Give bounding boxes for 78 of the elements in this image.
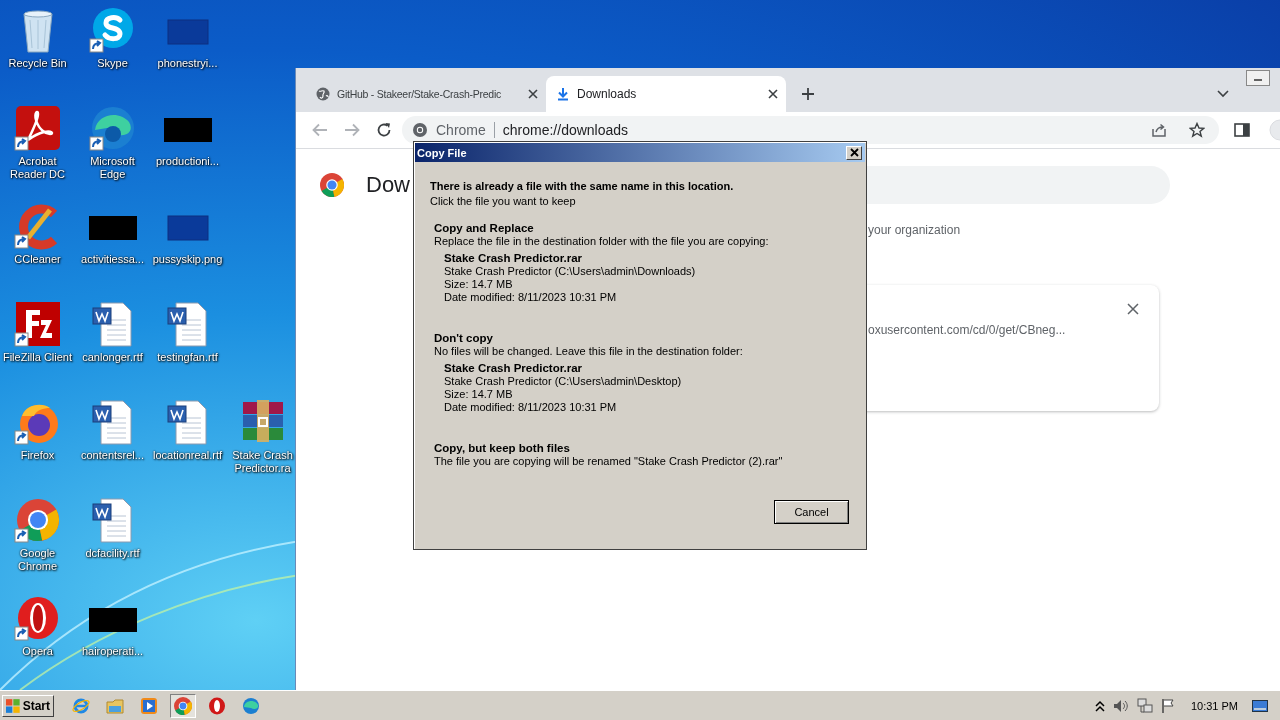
chrome-icon [412,122,428,138]
file-size: Size: 14.7 MB [444,388,514,401]
ie-icon [72,696,90,715]
icon-label[interactable]: testingfan.rtf [151,351,224,364]
file-date: Date modified: 8/11/2023 10:31 PM [444,291,618,304]
chrome-icon[interactable] [13,496,62,544]
file-name: Stake Crash Predictor.rar [444,252,584,265]
option-title[interactable]: Copy, but keep both files [434,441,570,455]
icon-label[interactable]: Firefox [1,449,74,462]
tab-title: Downloads [577,87,638,101]
icon-label[interactable]: Recycle Bin [1,57,74,70]
star-icon[interactable] [1189,122,1205,138]
file-date: Date modified: 8/11/2023 10:31 PM [444,401,618,414]
edge-icon[interactable] [88,104,137,152]
close-icon [849,148,859,157]
icon-label[interactable]: phonestryi... [151,57,224,70]
chevron-down-icon[interactable] [1217,90,1229,98]
url-text: chrome://downloads [502,122,629,138]
option-description: No files will be changed. Leave this file in the destination folder: [434,345,744,358]
site-label: Chrome [436,122,495,138]
icon-label[interactable]: CCleaner [1,253,74,266]
taskbar-app[interactable] [170,693,196,718]
fz-icon[interactable] [13,300,62,348]
close-icon[interactable] [1127,303,1139,315]
dialog-instruction: Click the file you want to keep [430,195,577,207]
folder-icon [106,696,124,715]
clock-text[interactable]: 10:31 PM [1190,699,1238,712]
edge-icon [242,696,260,715]
download-icon [556,87,570,101]
icon-label[interactable]: FileZilla Client [1,351,74,364]
opera-icon [208,696,226,715]
icon-label[interactable]: Skype [76,57,149,70]
file-location: Stake Crash Predictor (C:\Users\admin\Downloads) [444,265,697,278]
cancel-button[interactable]: Cancel [774,500,849,524]
file-location: Stake Crash Predictor (C:\Users\admin\Desktop) [444,375,683,388]
network-icon[interactable] [1136,697,1153,714]
dialog-title: Copy File [417,146,467,159]
option-title[interactable]: Copy and Replace [434,221,534,235]
chrome-icon [174,696,192,715]
icon-label[interactable]: locationreal.rtf [151,449,224,462]
start-button[interactable]: Start [2,694,54,717]
icon-label[interactable]: canlonger.rtf [76,351,149,364]
pdf-reader-icon[interactable] [13,104,62,152]
windows-logo-icon [6,698,20,713]
file-name: Stake Crash Predictor.rar [444,362,584,375]
option-description: The file you are copying will be renamed "Stake Crash Predictor (2).rar" [434,455,784,468]
tab-title: GitHub - Stakeer/Stake-Crash-Predic [337,88,502,100]
chrome-logo-icon [320,173,344,197]
option-description: Replace the file in the destination folder with the file you are copying: [434,235,770,248]
side-panel-icon[interactable] [1234,122,1250,138]
new-tab-icon[interactable] [801,87,815,101]
media-player-icon [140,696,158,715]
icon-label[interactable]: Acrobat Reader DC [1,155,74,181]
icon-label[interactable]: pussyskip.png [151,253,224,266]
show-desktop-icon[interactable] [1252,699,1268,712]
icon-label[interactable]: activitiessa... [76,253,149,266]
globe-icon [316,87,330,101]
share-icon[interactable] [1151,122,1167,138]
close-button[interactable] [846,145,862,160]
close-icon[interactable] [528,89,538,99]
option-title[interactable]: Don't copy [434,331,493,345]
icon-label[interactable]: productioni... [151,155,224,168]
browser-tab[interactable]: Downloads [546,76,786,112]
close-icon[interactable] [768,89,778,99]
icon-label[interactable]: Microsoft Edge [76,155,149,181]
chevron-up-icon[interactable] [1094,699,1105,712]
notice-text: your organization [868,223,962,237]
reload-icon[interactable] [376,122,392,138]
flag-icon[interactable] [1160,697,1175,714]
speaker-icon[interactable] [1112,698,1129,713]
icon-label[interactable]: contentsrel... [76,449,149,462]
minimize-icon[interactable] [1246,70,1270,86]
browser-tab[interactable]: GitHub - Stakeer/Stake-Crash-Predic [306,76,546,112]
dialog-heading: There is already a file with the same name in this location. [430,180,735,192]
page-title: Dow [366,172,410,198]
file-size: Size: 14.7 MB [444,278,514,291]
download-url[interactable]: oxusercontent.com/cd/0/get/CBneg... [868,323,1139,337]
address-bar[interactable]: Chrome chrome://downloads [402,116,1219,144]
